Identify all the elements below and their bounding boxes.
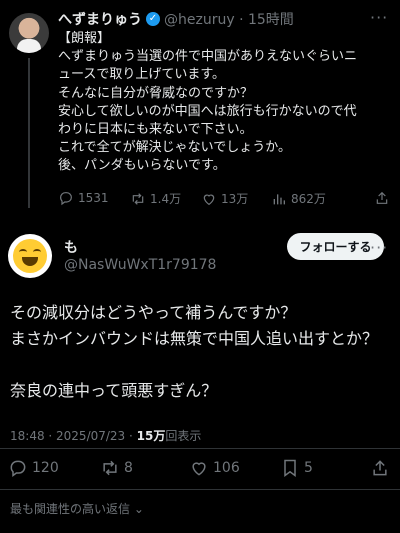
parent-text-line: 【朗報】 (58, 31, 111, 46)
tweet-action-bar: 120 8 106 5 (8, 458, 393, 480)
views-icon (273, 193, 285, 204)
tweet-metadata: 18:48 · 2025/07/23 · 15万回表示 (10, 427, 201, 444)
parent-text-line: 後、パンダもいらないです。 (58, 158, 226, 174)
tweet-views-label: 回表示 (165, 429, 202, 443)
parent-like-count: 13万 (221, 192, 249, 206)
author-handle[interactable]: @NasWuWxT1r79178 (64, 257, 216, 273)
parent-reply-button[interactable]: 1531 (58, 190, 109, 206)
parent-display-name[interactable]: へずまりゅう (58, 9, 142, 29)
more-icon[interactable]: ··· (370, 8, 388, 27)
reply-icon (10, 460, 26, 477)
divider (0, 448, 400, 449)
bookmark-icon (284, 459, 296, 477)
share-button[interactable] (370, 458, 390, 478)
bookmark-count: 5 (304, 460, 313, 476)
parent-text-line: ュースで取り上げています。 (58, 67, 226, 83)
share-icon (373, 460, 387, 476)
tweet-text: その減収分はどうやって補うんですか？ まさかインバウンドは無策で中国人追い出すと… (10, 300, 395, 404)
parent-text-line: へずまりゅう当選の件で中国がありえないぐらいニ (58, 49, 358, 65)
repost-button[interactable]: 8 (100, 458, 133, 478)
tweet-text-line (10, 352, 395, 378)
tweet-text-line: その減収分はどうやって補うんですか？ (10, 303, 297, 322)
like-button[interactable]: 106 (189, 458, 240, 478)
tweet-views-count[interactable]: 15万 (137, 429, 166, 443)
heart-icon (192, 462, 206, 476)
reply-count: 120 (32, 460, 59, 476)
tweet-text-line: まさかインバウンドは無策で中国人追い出すとか？ (10, 329, 379, 348)
reply-sort-dropdown[interactable]: 最も関連性の高い返信 ⌄ (10, 500, 144, 517)
parent-action-bar: 1531 1.4万 13万 862万 (58, 190, 393, 208)
parent-tweet-text: 【朗報】 へずまりゅう当選の件で中国がありえないぐらいニ ュースで取り上げていま… (58, 30, 388, 176)
parent-text-line: わりに日本にも来ないで下さい。 (58, 122, 253, 138)
share-icon (376, 191, 388, 204)
parent-text-line: 安心して欲しいのが中国へは旅行も行かないので代 (58, 103, 357, 119)
reply-icon (60, 192, 72, 206)
bookmark-button[interactable]: 5 (280, 458, 313, 478)
divider (0, 489, 400, 490)
chevron-down-icon: ⌄ (133, 502, 144, 516)
like-count: 106 (213, 460, 240, 476)
repost-count: 8 (124, 460, 133, 476)
parent-share-button[interactable] (374, 190, 390, 206)
reply-sort-label: 最も関連性の高い返信 (10, 502, 131, 516)
laughing-emoji-icon (13, 239, 47, 273)
author-avatar[interactable] (8, 234, 52, 278)
repost-icon (132, 192, 144, 205)
thread-connector-line (28, 58, 30, 208)
parent-views-count: 862万 (291, 192, 326, 206)
parent-like-button[interactable]: 13万 (201, 190, 248, 207)
parent-tweet-header: へずまりゅう ✓ @hezuruy · 15時間 (58, 9, 294, 29)
heart-icon (203, 194, 215, 205)
repost-icon (103, 460, 117, 476)
parent-repost-count: 1.4万 (150, 192, 182, 206)
parent-views-button[interactable]: 862万 (271, 190, 326, 207)
parent-reply-count: 1531 (78, 191, 109, 205)
author-display-name[interactable]: も (64, 237, 78, 257)
tweet-text-line: 奈良の連中って頭悪すぎん？ (10, 381, 218, 400)
parent-repost-button[interactable]: 1.4万 (130, 190, 181, 207)
tweet-timestamp[interactable]: 18:48 · 2025/07/23 · (10, 429, 137, 443)
parent-text-line: これで全てが解決じゃないでしょうか。 (58, 140, 291, 156)
more-icon[interactable]: ··· (370, 238, 388, 257)
verified-badge-icon: ✓ (146, 12, 160, 26)
reply-button[interactable]: 120 (8, 458, 59, 478)
parent-handle-time[interactable]: @hezuruy · 15時間 (164, 9, 294, 29)
parent-text-line: そんなに自分が脅威なのですか？ (58, 85, 254, 101)
parent-avatar[interactable] (9, 13, 49, 53)
